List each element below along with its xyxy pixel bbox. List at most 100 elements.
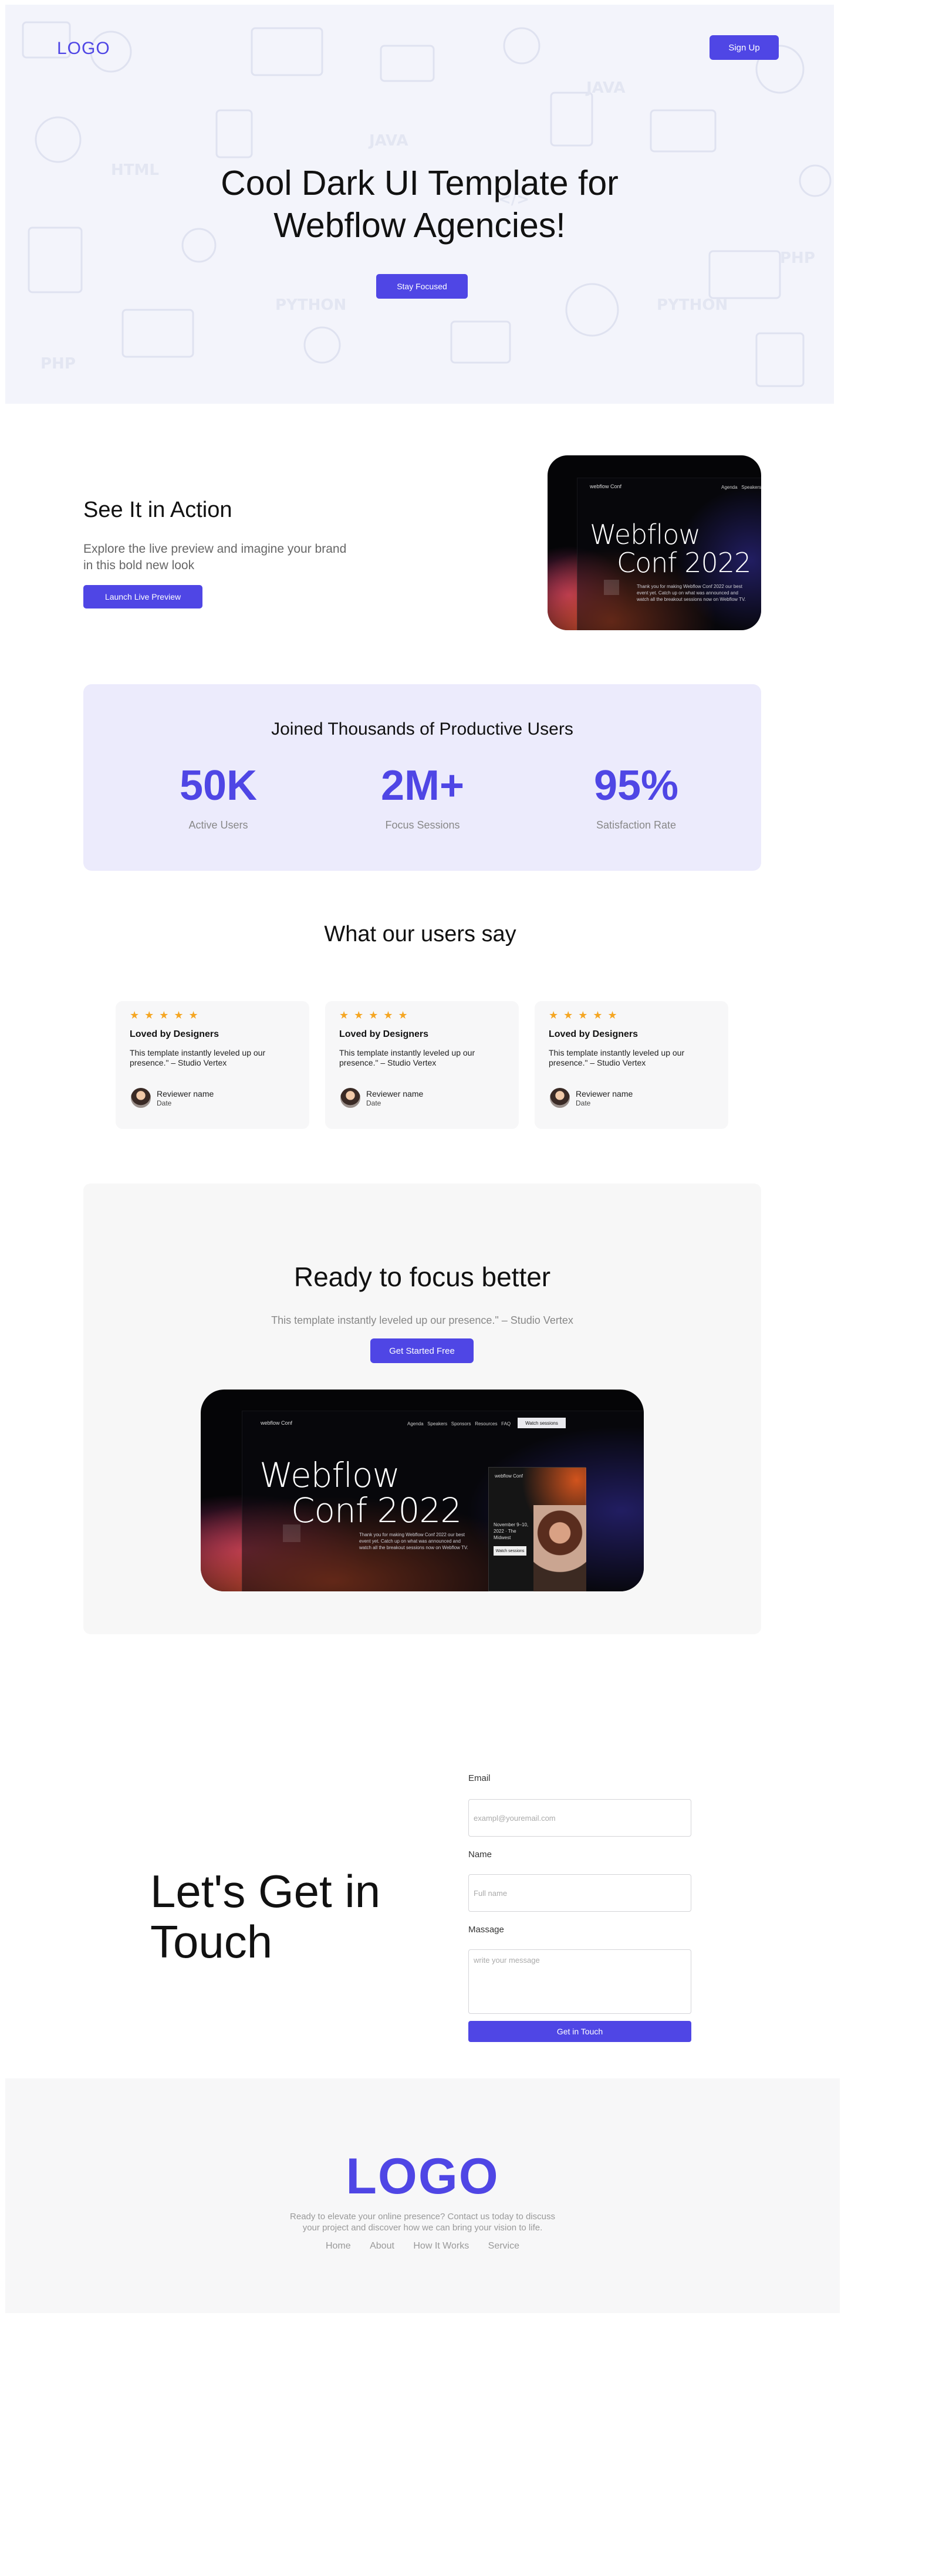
speaker-portrait xyxy=(533,1505,586,1591)
mockup-nav-item: Speakers xyxy=(427,1421,448,1426)
cta-subtitle: This template instantly leveled up our p… xyxy=(271,1314,573,1326)
mockup-nav-item: Agenda xyxy=(721,485,738,490)
avatar xyxy=(131,1088,151,1108)
testimonial-title: Loved by Designers xyxy=(130,1029,219,1039)
email-field[interactable]: exampl@youremail.com xyxy=(468,1799,691,1837)
testimonial-title: Loved by Designers xyxy=(339,1029,429,1039)
footer-link-home[interactable]: Home xyxy=(326,2241,351,2251)
action-title: See It in Action xyxy=(83,498,232,522)
mockup-nav: Agenda Speakers xyxy=(721,485,761,490)
testimonial-card: ★★★★★ Loved by Designers This template i… xyxy=(535,1001,728,1129)
svg-text:PHP: PHP xyxy=(40,355,76,373)
stat-label: Satisfaction Rate xyxy=(596,819,677,831)
star-rating: ★★★★★ xyxy=(130,1009,204,1021)
mockup-nav-item: Agenda xyxy=(407,1421,424,1426)
mockup-speaker-card: webflow Conf November 9–10, 2022 · The M… xyxy=(488,1467,586,1591)
star-rating: ★★★★★ xyxy=(549,1009,623,1021)
review-date: Date xyxy=(576,1099,591,1107)
testimonial-card: ★★★★★ Loved by Designers This template i… xyxy=(325,1001,519,1129)
testimonials-title: What our users say xyxy=(324,922,516,946)
email-placeholder: exampl@youremail.com xyxy=(474,1813,556,1823)
star-rating: ★★★★★ xyxy=(339,1009,413,1021)
preview-mockup-large: webflow Conf Agenda Speakers Sponsors Re… xyxy=(201,1390,644,1591)
stat-value: 95% xyxy=(593,762,679,809)
footer: LOGO Ready to elevate your online presen… xyxy=(5,2078,840,2313)
stat-value: 2M+ xyxy=(380,762,465,809)
mockup-watch-button: Watch sessions xyxy=(518,1418,566,1428)
header-logo[interactable]: LOGO xyxy=(57,39,110,59)
message-label: Massage xyxy=(468,1925,504,1935)
footer-text-line2: your project and discover how we can bri… xyxy=(302,2223,543,2233)
svg-text:JAVA: JAVA xyxy=(368,132,408,150)
footer-text-line1: Ready to elevate your online presence? C… xyxy=(290,2212,555,2222)
mockup-headline-1: Webflow xyxy=(259,1455,400,1495)
avatar xyxy=(340,1088,360,1108)
svg-text:PYTHON: PYTHON xyxy=(657,296,728,314)
avatar xyxy=(550,1088,570,1108)
email-label: Email xyxy=(468,1773,491,1783)
signup-button[interactable]: Sign Up xyxy=(710,35,779,60)
cta-title: Ready to focus better xyxy=(293,1262,551,1292)
review-date: Date xyxy=(157,1099,172,1107)
testimonial-quote: This template instantly leveled up our p… xyxy=(549,1048,685,1067)
stat-label: Focus Sessions xyxy=(385,819,460,831)
reviewer-name: Reviewer name xyxy=(366,1089,424,1098)
preview-mockup-small: webflow Conf Agenda Speakers Webflow Con… xyxy=(548,455,761,630)
reviewer-name: Reviewer name xyxy=(576,1089,633,1098)
svg-text:PYTHON: PYTHON xyxy=(275,296,346,314)
mockup-square xyxy=(604,580,619,595)
mockup-headline-1: Webflow xyxy=(590,519,701,550)
footer-nav: Home About How It Works Service xyxy=(5,2241,840,2252)
testimonial-title: Loved by Designers xyxy=(549,1029,639,1039)
mockup-square xyxy=(283,1524,300,1542)
stat-label: Active Users xyxy=(188,819,248,831)
hero-title-line1: Cool Dark UI Template for xyxy=(221,164,619,202)
footer-logo[interactable]: LOGO xyxy=(5,2148,840,2206)
stats-title: Joined Thousands of Productive Users xyxy=(271,719,573,739)
stay-focused-button[interactable]: Stay Focused xyxy=(376,274,468,299)
hero-title-line2: Webflow Agencies! xyxy=(273,206,566,245)
name-placeholder: Full name xyxy=(474,1888,508,1898)
hero-title: Cool Dark UI Template for Webflow Agenci… xyxy=(152,162,687,246)
mockup-headline-2: Conf 2022 xyxy=(617,547,751,579)
hero-section: JAVA HTML PYTHON PYTHON </> JAVA PHP PHP… xyxy=(5,5,834,404)
launch-live-preview-button[interactable]: Launch Live Preview xyxy=(83,585,202,608)
footer-link-about[interactable]: About xyxy=(370,2241,394,2251)
mockup-headline-2: Conf 2022 xyxy=(291,1490,462,1530)
footer-link-service[interactable]: Service xyxy=(488,2241,519,2251)
svg-text:PHP: PHP xyxy=(780,249,815,267)
message-placeholder: write your message xyxy=(474,1956,540,1965)
mockup-nav-item: Resources xyxy=(475,1421,498,1426)
testimonial-quote: This template instantly leveled up our p… xyxy=(339,1048,475,1067)
message-field[interactable]: write your message xyxy=(468,1949,691,2014)
mockup-nav-item: FAQ xyxy=(501,1421,511,1426)
card-brand: webflow Conf xyxy=(495,1473,523,1479)
footer-link-how-it-works[interactable]: How It Works xyxy=(413,2241,469,2251)
name-label: Name xyxy=(468,1850,492,1860)
mockup-body: Thank you for making Webflow Conf 2022 o… xyxy=(359,1532,468,1550)
get-in-touch-button[interactable]: Get in Touch xyxy=(468,2021,691,2042)
mockup-body: Thank you for making Webflow Conf 2022 o… xyxy=(637,584,746,602)
review-date: Date xyxy=(366,1099,381,1107)
get-started-button[interactable]: Get Started Free xyxy=(370,1338,474,1363)
contact-title-line2: Touch xyxy=(150,1916,273,1968)
contact-title-line1: Let's Get in xyxy=(150,1865,381,1917)
reviewer-name: Reviewer name xyxy=(157,1089,214,1098)
testimonial-card: ★★★★★ Loved by Designers This template i… xyxy=(116,1001,309,1129)
card-text: November 9–10, 2022 · The Midwest xyxy=(494,1522,529,1540)
mockup-nav: Agenda Speakers Sponsors Resources FAQ xyxy=(407,1421,511,1426)
testimonial-quote: This template instantly leveled up our p… xyxy=(130,1048,266,1067)
cta-section: Ready to focus better This template inst… xyxy=(83,1184,761,1634)
footer-text: Ready to elevate your online presence? C… xyxy=(5,2211,840,2233)
stats-section: Joined Thousands of Productive Users 50K… xyxy=(83,684,761,871)
mockup-nav-item: Sponsors xyxy=(451,1421,471,1426)
name-field[interactable]: Full name xyxy=(468,1874,691,1912)
mockup-brand: webflow Conf xyxy=(261,1420,293,1426)
mockup-nav-item: Speakers xyxy=(741,485,761,490)
mockup-brand: webflow Conf xyxy=(590,484,622,489)
stat-value: 50K xyxy=(179,762,258,809)
action-description: Explore the live preview and imagine you… xyxy=(83,542,347,572)
card-watch-button: Watch sessions xyxy=(494,1546,526,1556)
svg-text:JAVA: JAVA xyxy=(585,79,626,97)
contact-title: Let's Get in Touch xyxy=(150,1866,444,1967)
